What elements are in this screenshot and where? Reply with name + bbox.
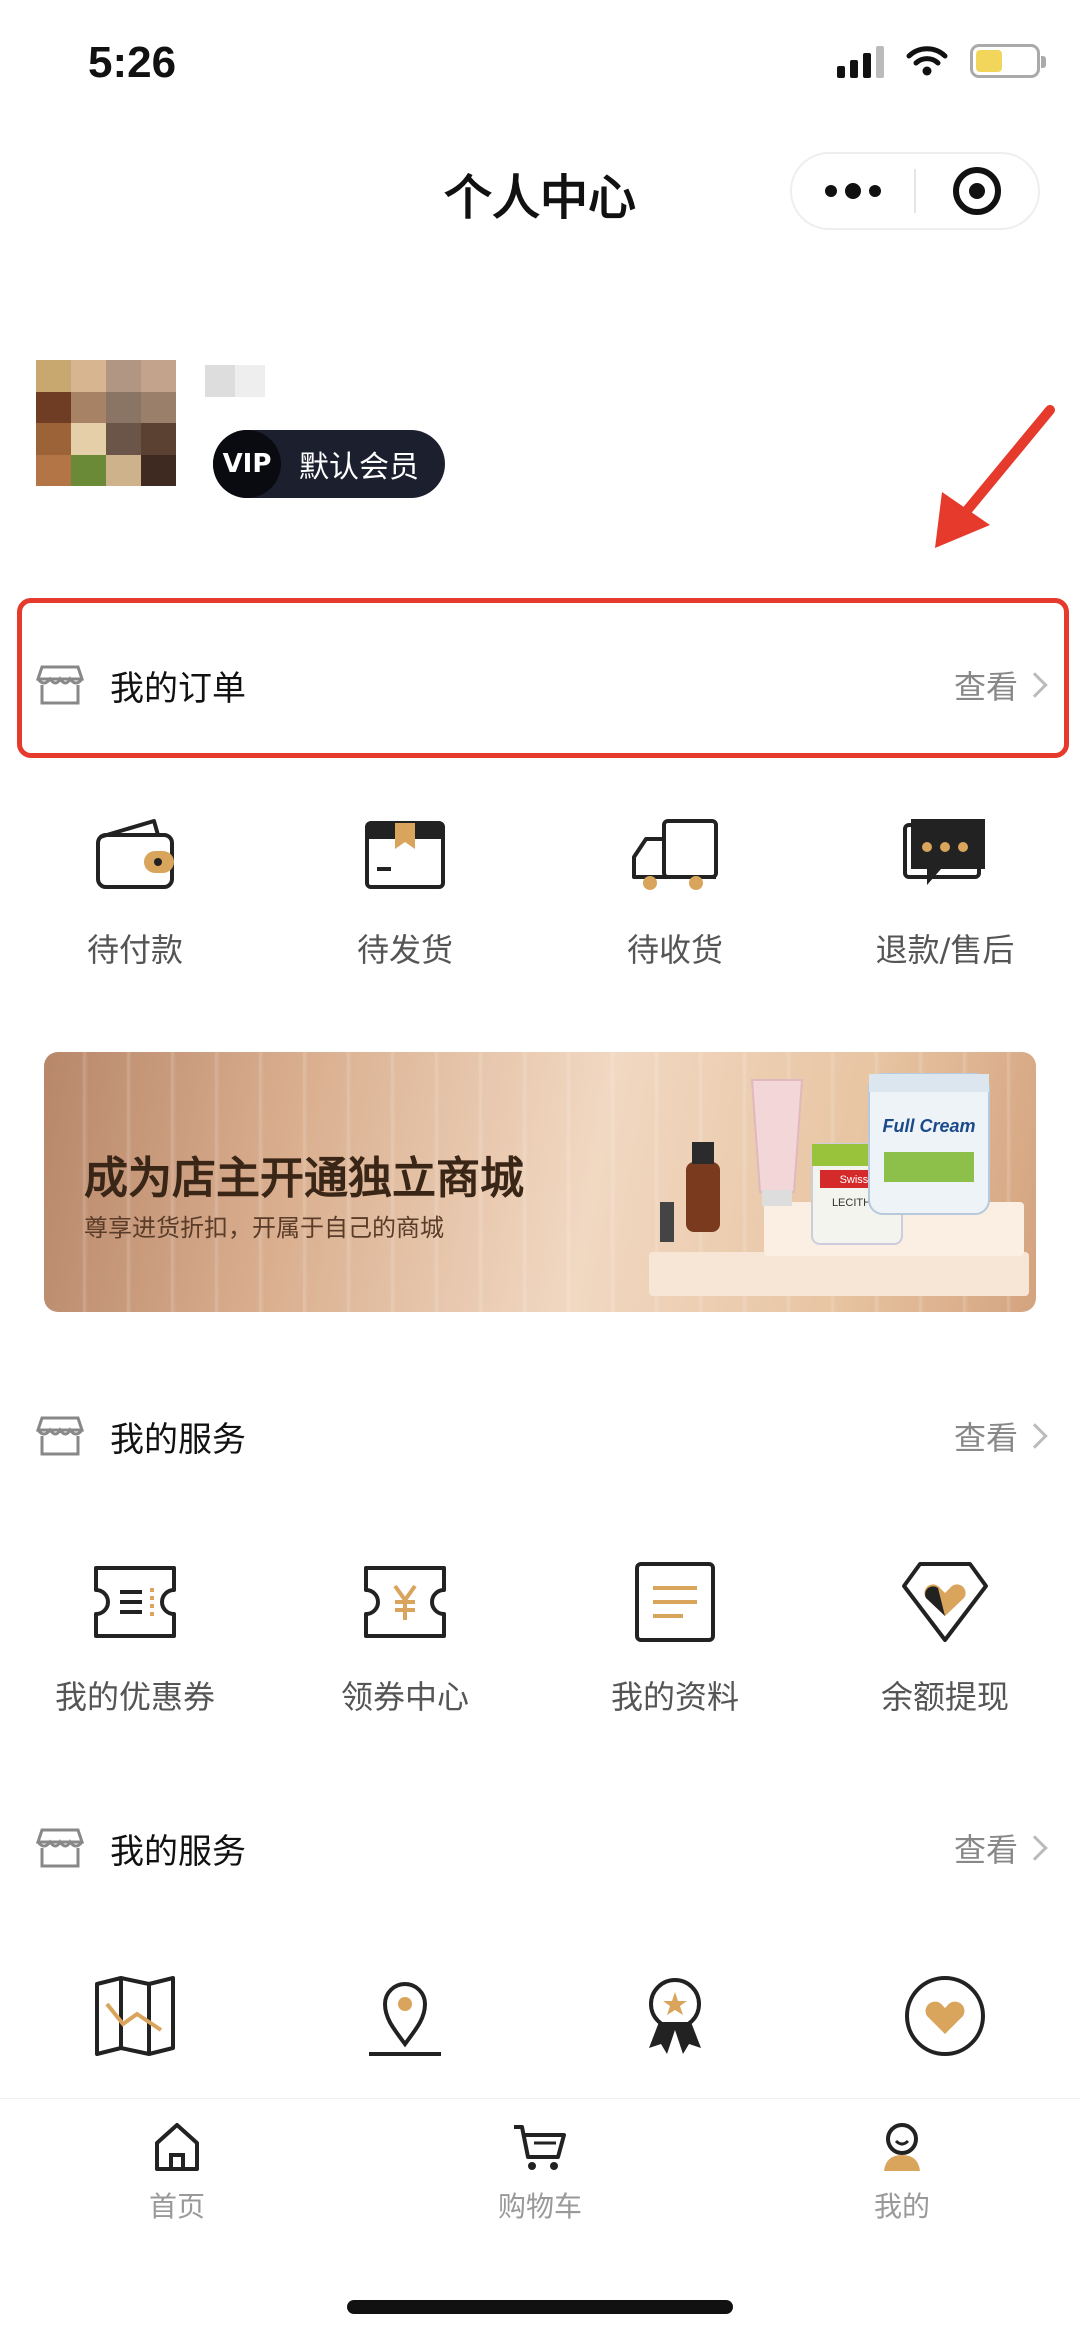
tab-cart[interactable]: 购物车: [440, 2121, 640, 2225]
yen-ticket-icon: [364, 1566, 446, 1638]
profile-icon: [884, 2123, 920, 2171]
store-icon: [36, 1416, 84, 1456]
chevron-right-icon: [1022, 1423, 1048, 1449]
heart-circle-icon: [905, 1976, 985, 2056]
service-my-profile[interactable]: 我的资料: [540, 1552, 810, 1718]
services-header[interactable]: 我的服务 查看: [0, 1808, 1080, 1888]
wallet-icon: [96, 819, 174, 889]
status-bar: 5:26: [0, 0, 1080, 130]
banner-title: 成为店主开通独立商城: [84, 1153, 524, 1204]
more-dots-icon: [825, 185, 837, 197]
service-label: 我的优惠券: [54, 1678, 215, 1716]
order-label: 待发货: [356, 931, 453, 969]
more-button[interactable]: [792, 154, 914, 228]
banner-products-image: Swisse LECITHIN Full Cream: [660, 1073, 990, 1245]
tab-home[interactable]: 首页: [77, 2121, 277, 2225]
tab-mine[interactable]: 我的: [802, 2121, 1002, 2225]
service-my-coupons[interactable]: 我的优惠券: [0, 1552, 270, 1718]
package-icon: [365, 821, 445, 889]
battery-icon: [970, 44, 1046, 78]
tab-label: 我的: [873, 2190, 930, 2223]
services-grid: 我的优惠券 领券中心 我的资料 余额提现: [0, 1552, 1080, 1718]
services-view-link[interactable]: 查看: [954, 1413, 1018, 1459]
order-status-pending-shipment[interactable]: 待发货: [270, 805, 540, 971]
services-view-link[interactable]: 查看: [954, 1825, 1018, 1871]
service-balance-withdraw[interactable]: 余额提现: [810, 1552, 1080, 1718]
service-item[interactable]: [540, 1966, 810, 2066]
order-status-refund[interactable]: 退款/售后: [810, 805, 1080, 971]
store-icon: [36, 1828, 84, 1868]
award-icon: [649, 1978, 701, 2054]
status-time: 5:26: [88, 38, 177, 87]
shop-owner-banner[interactable]: 成为店主开通独立商城 尊享进货折扣，开属于自己的商城 Swisse LECITH…: [44, 1052, 1036, 1312]
avatar[interactable]: [36, 360, 176, 486]
location-pin-icon: [369, 1982, 441, 2056]
close-capsule-button[interactable]: [916, 154, 1038, 228]
target-icon: [953, 167, 1001, 215]
service-label: 余额提现: [880, 1678, 1009, 1716]
order-label: 退款/售后: [875, 931, 1015, 969]
home-icon: [155, 2123, 199, 2171]
member-level: 默认会员: [299, 450, 419, 485]
chevron-right-icon: [1022, 1835, 1048, 1861]
services-header[interactable]: 我的服务 查看: [0, 1396, 1080, 1476]
document-icon: [635, 1562, 715, 1642]
banner-product-label: Full Cream: [882, 1116, 975, 1136]
mini-program-capsule: [790, 152, 1040, 230]
cart-icon: [514, 2125, 566, 2170]
orders-grid: 待付款 待发货 待收货 退款/售后: [0, 805, 1080, 971]
truck-icon: [632, 819, 718, 890]
signal-icon: [837, 44, 884, 78]
home-indicator: [347, 2300, 733, 2314]
tab-label: 购物车: [497, 2190, 582, 2223]
wifi-icon: [906, 46, 948, 76]
service-label: 我的资料: [610, 1678, 739, 1716]
nav-bar: 个人中心: [0, 130, 1080, 240]
map-icon: [95, 1976, 175, 2056]
services-grid-2: [0, 1966, 1080, 2066]
member-badge[interactable]: VIP 默认会员: [213, 430, 445, 498]
status-icons: [837, 44, 1046, 78]
service-item[interactable]: [0, 1966, 270, 2066]
service-label: 领券中心: [340, 1678, 469, 1716]
services-title: 我的服务: [110, 1419, 246, 1460]
services-title: 我的服务: [110, 1831, 246, 1872]
service-item[interactable]: [810, 1966, 1080, 2066]
order-status-pending-payment[interactable]: 待付款: [0, 805, 270, 971]
order-label: 待收货: [626, 931, 723, 969]
chat-bubble-icon: [903, 819, 985, 885]
vip-badge: VIP: [213, 430, 281, 498]
annotation-highlight-box: [17, 598, 1069, 758]
ticket-icon: [94, 1566, 176, 1638]
order-label: 待付款: [86, 931, 183, 969]
service-item[interactable]: [270, 1966, 540, 2066]
service-coupon-center[interactable]: 领券中心: [270, 1552, 540, 1718]
order-status-pending-receipt[interactable]: 待收货: [540, 805, 810, 971]
tab-label: 首页: [148, 2190, 205, 2223]
nickname-blurred: [205, 365, 265, 397]
annotation-arrow-icon: [935, 405, 1055, 548]
banner-subtitle: 尊享进货折扣，开属于自己的商城: [84, 1214, 444, 1242]
diamond-heart-icon: [902, 1562, 988, 1642]
